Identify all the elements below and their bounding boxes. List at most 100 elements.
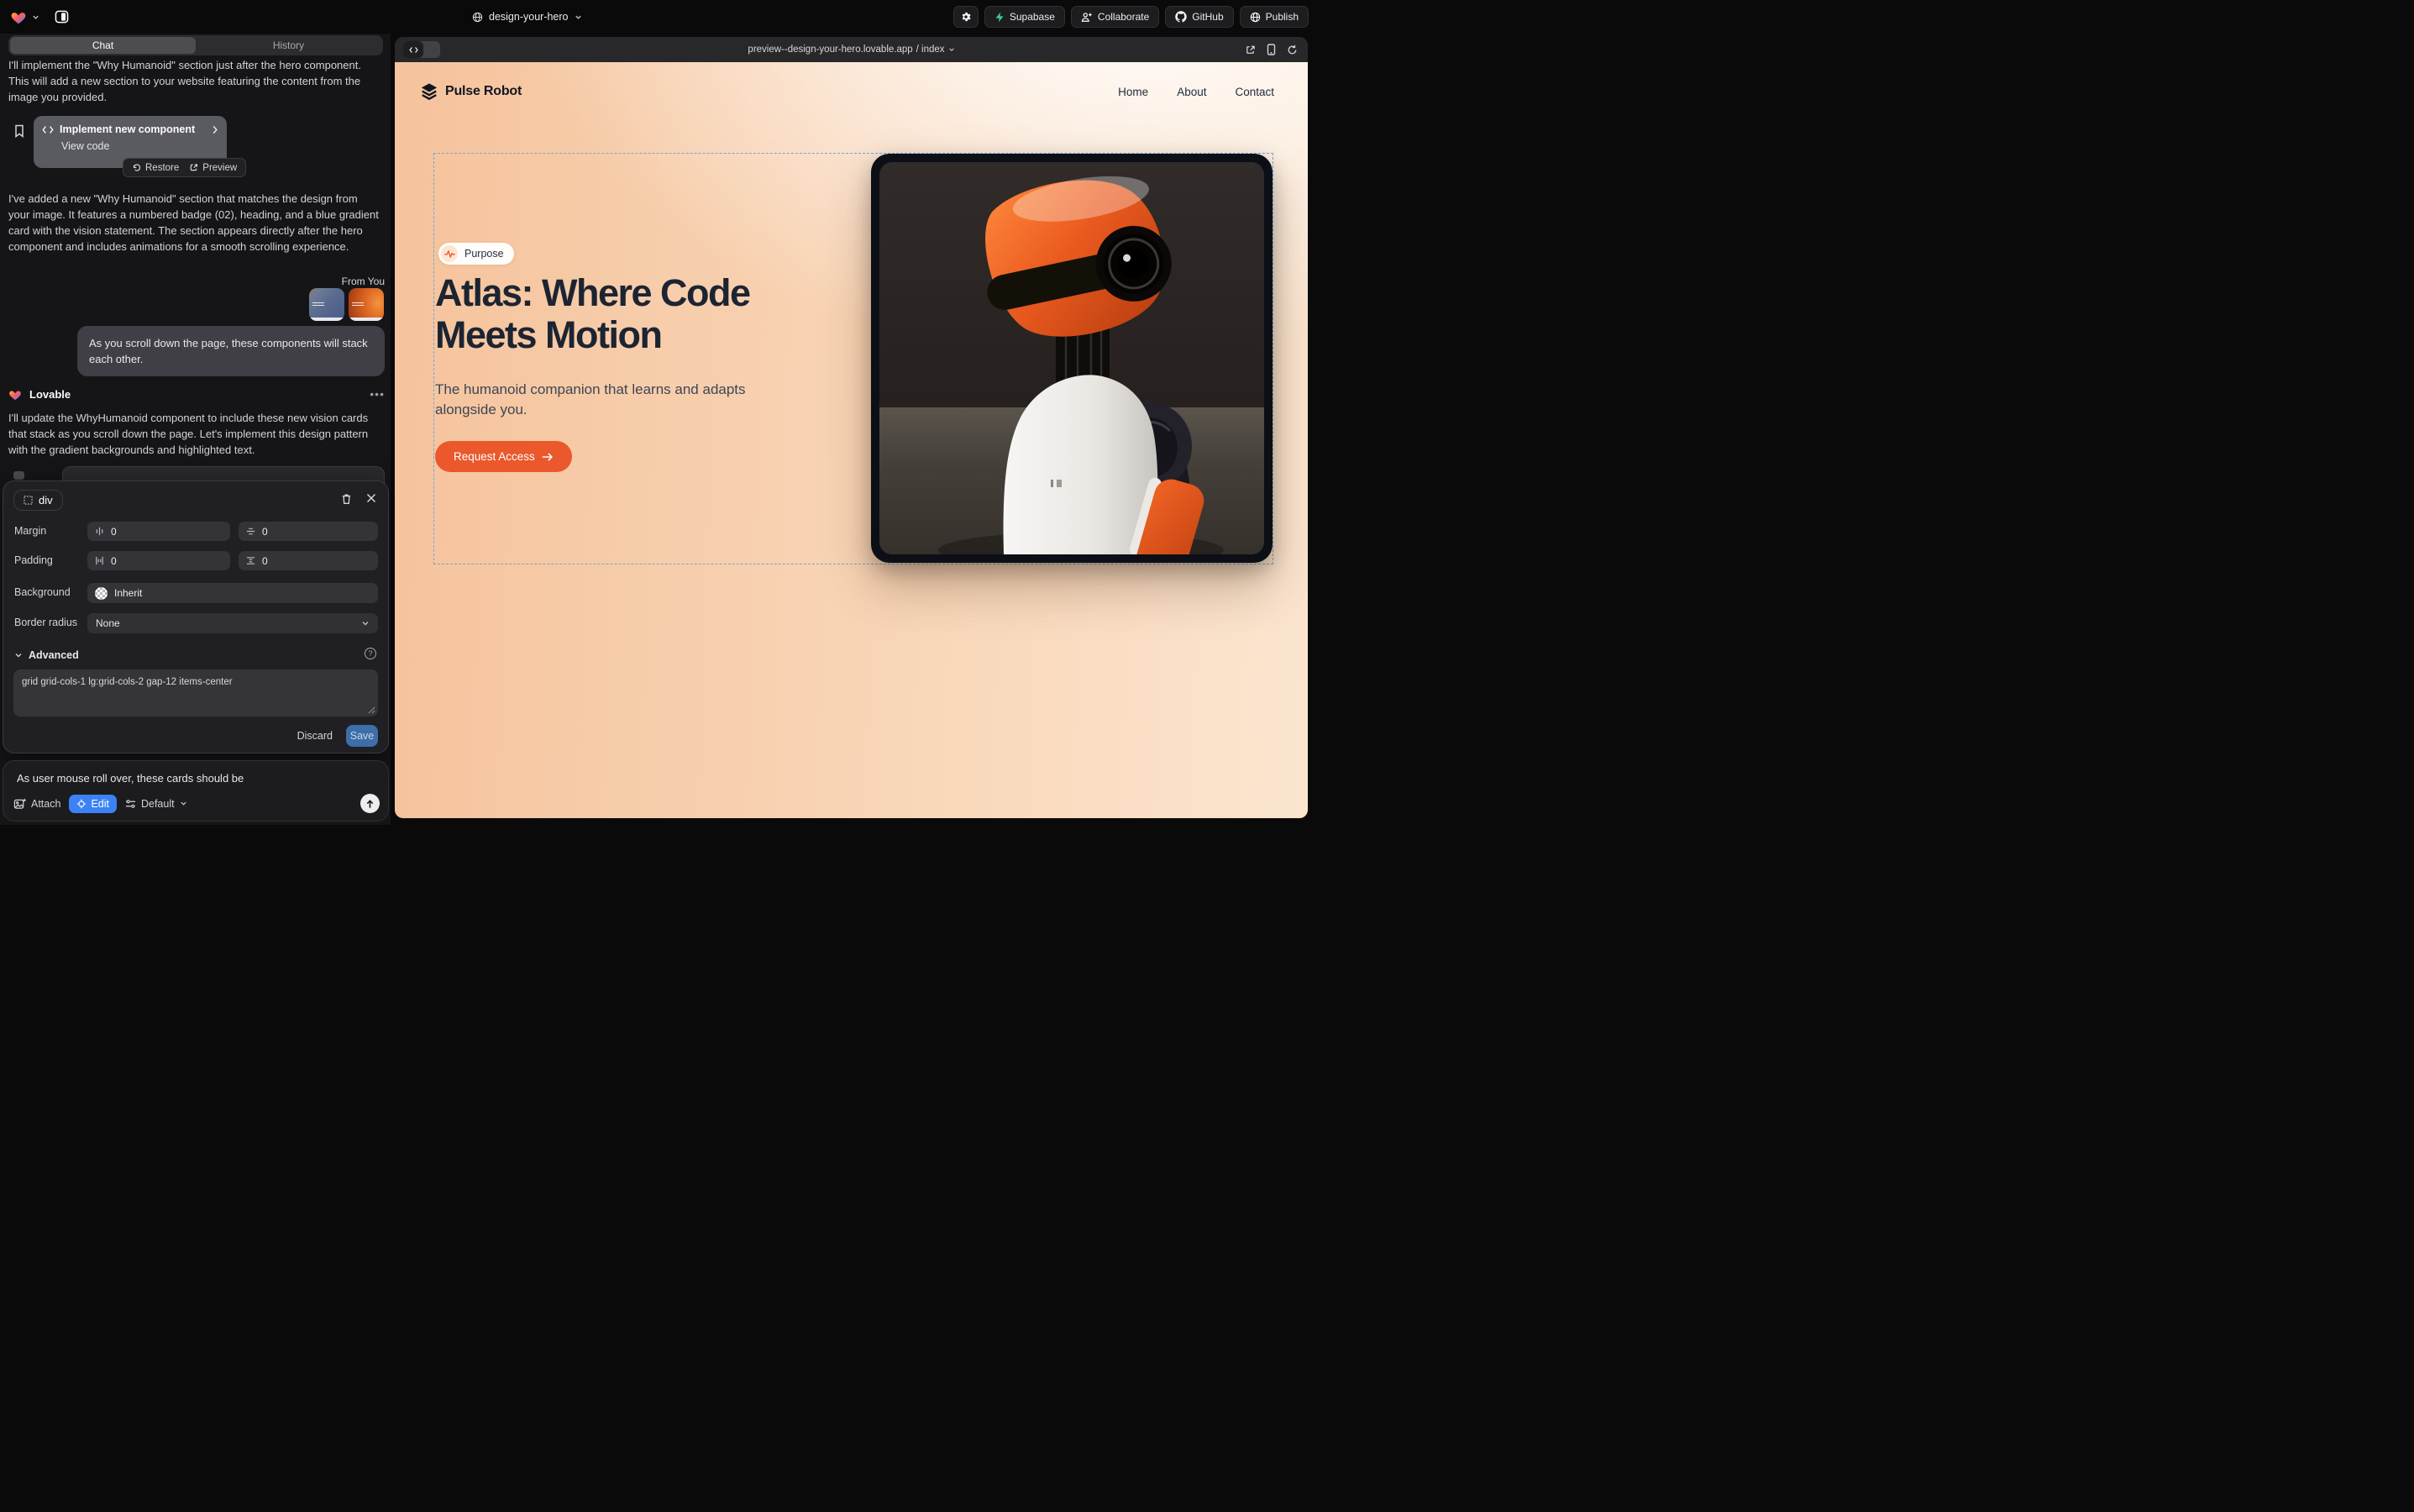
restore-label: Restore (145, 163, 179, 173)
topbar: design-your-hero Supabase Collaborate Gi… (0, 0, 1317, 34)
border-radius-label: Border radius (14, 617, 77, 628)
code-preview-toggle[interactable] (403, 41, 440, 58)
border-radius-select[interactable]: None (87, 613, 378, 633)
attachment-thumbnails (309, 288, 384, 321)
collaborate-button[interactable]: Collaborate (1071, 6, 1159, 28)
background-label: Background (14, 586, 71, 598)
padding-label: Padding (14, 554, 53, 566)
padding-vertical-icon (246, 556, 255, 565)
transparency-swatch-icon (95, 587, 108, 600)
collapsed-card-icon (13, 471, 24, 480)
assistant-header: Lovable ••• (8, 387, 385, 401)
delete-element-button[interactable] (341, 493, 352, 505)
padding-y-value: 0 (262, 555, 268, 567)
github-icon (1175, 11, 1187, 23)
attachment-thumbnail-orange[interactable] (349, 288, 384, 321)
chevron-down-icon[interactable] (32, 13, 39, 21)
preview-url[interactable]: preview--design-your-hero.lovable.app / … (748, 45, 954, 55)
nav-about[interactable]: About (1177, 86, 1206, 98)
preview-toolbar-icons (1245, 37, 1298, 62)
send-button[interactable] (360, 794, 380, 813)
supabase-button[interactable]: Supabase (984, 6, 1065, 28)
publish-button[interactable]: Publish (1240, 6, 1309, 28)
message-menu-button[interactable]: ••• (370, 387, 385, 401)
chat-composer[interactable]: As user mouse roll over, these cards sho… (3, 760, 389, 822)
people-plus-icon (1081, 12, 1093, 23)
resize-handle[interactable] (368, 706, 375, 714)
code-icon (403, 41, 423, 58)
assistant-name: Lovable (29, 388, 71, 401)
hero-heading: Atlas: Where Code Meets Motion (435, 272, 750, 356)
arrow-right-icon (542, 452, 554, 462)
element-inspector-panel: div Margin 0 0 Padding (3, 480, 389, 753)
model-mode-button[interactable]: Default (125, 798, 187, 810)
padding-x-field[interactable]: 0 (87, 551, 230, 570)
nav-contact[interactable]: Contact (1235, 86, 1274, 98)
bookmark-icon[interactable] (13, 124, 25, 138)
discard-button[interactable]: Discard (297, 730, 333, 742)
attach-button[interactable]: Attach (13, 798, 60, 810)
lovable-heart-logo[interactable] (10, 9, 27, 24)
attach-label: Attach (31, 798, 60, 810)
tab-chat[interactable]: Chat (10, 37, 196, 54)
settings-button[interactable] (953, 6, 979, 28)
globe-icon (1250, 12, 1261, 23)
advanced-section-toggle[interactable]: Advanced (14, 649, 79, 661)
padding-horizontal-icon (95, 556, 104, 565)
margin-label: Margin (14, 525, 46, 537)
hero-heading-line2: Meets Motion (435, 313, 662, 356)
brand-name: Pulse Robot (445, 84, 522, 99)
code-icon (42, 125, 54, 134)
preview-url-path: / index (916, 45, 945, 55)
assistant-message-3: I'll update the WhyHumanoid component to… (8, 410, 381, 458)
github-button[interactable]: GitHub (1165, 6, 1233, 28)
lovable-app: design-your-hero Supabase Collaborate Gi… (0, 0, 1317, 825)
classes-textarea[interactable]: grid grid-cols-1 lg:grid-cols-2 gap-12 i… (13, 669, 378, 717)
from-you-label: From You (8, 276, 385, 287)
request-access-button[interactable]: Request Access (435, 441, 572, 472)
publish-label: Publish (1266, 11, 1299, 23)
robot-image (879, 162, 1264, 554)
sliders-icon (125, 799, 136, 809)
margin-x-field[interactable]: 0 (87, 522, 230, 541)
preview-label: Preview (202, 163, 237, 173)
mobile-view-icon[interactable] (1267, 44, 1276, 55)
background-field[interactable]: Inherit (87, 583, 378, 603)
sidebar-toggle-button[interactable] (50, 6, 73, 28)
github-label: GitHub (1192, 11, 1223, 23)
composer-input[interactable]: As user mouse roll over, these cards sho… (17, 772, 244, 785)
preview-button[interactable]: Preview (189, 163, 237, 173)
margin-y-field[interactable]: 0 (239, 522, 378, 541)
save-button[interactable]: Save (346, 725, 378, 747)
margin-x-value: 0 (111, 526, 117, 538)
preview-url-host: preview--design-your-hero.lovable.app (748, 45, 912, 55)
hero-subtitle: The humanoid companion that learns and a… (435, 380, 771, 420)
help-icon[interactable]: ? (365, 648, 376, 659)
site-logo[interactable]: Pulse Robot (420, 82, 522, 101)
close-inspector-button[interactable] (366, 493, 376, 505)
padding-y-field[interactable]: 0 (239, 551, 378, 570)
margin-horizontal-icon (95, 527, 104, 536)
supabase-icon (994, 12, 1005, 23)
tab-history[interactable]: History (196, 37, 381, 54)
chevron-down-icon (180, 800, 187, 807)
margin-y-value: 0 (262, 526, 268, 538)
advanced-label: Advanced (29, 649, 79, 661)
globe-icon (472, 12, 483, 23)
site-header: Pulse Robot Home About Contact (395, 62, 1308, 121)
project-switcher[interactable]: design-your-hero (472, 0, 582, 34)
open-in-new-tab-icon[interactable] (1245, 45, 1256, 55)
refresh-icon[interactable] (1287, 45, 1298, 55)
element-tag-chip[interactable]: div (13, 490, 63, 511)
site-nav: Home About Contact (1118, 86, 1274, 98)
nav-home[interactable]: Home (1118, 86, 1148, 98)
supabase-label: Supabase (1010, 11, 1055, 23)
chevron-down-icon (948, 46, 955, 53)
edit-mode-button[interactable]: Edit (69, 795, 117, 813)
chevron-down-icon (575, 13, 582, 21)
restore-button[interactable]: Restore (132, 163, 179, 173)
view-code-link[interactable]: View code (61, 140, 218, 152)
implement-card-title: Implement new component (60, 123, 195, 135)
attachment-thumbnail-blue[interactable] (309, 288, 344, 321)
hero-image-card (871, 154, 1273, 563)
